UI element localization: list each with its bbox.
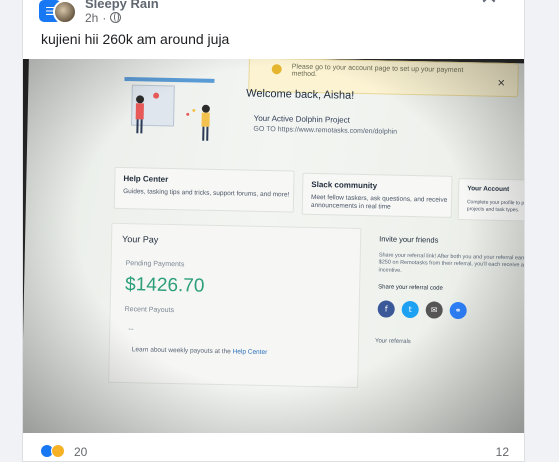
slack-body: Meet fellow taskers, ask questions, and … [310,193,448,212]
help-center-title: Help Center [123,174,169,184]
project-title: Your Active Dolphin Project [253,113,350,125]
banner-close-icon: × [496,77,506,89]
avatar-group[interactable]: ☰ [39,0,77,24]
help-center-card: Help Center Guides, tasking tips and tri… [113,166,295,213]
post-text: kujieni hii 260k am around juja [41,31,230,47]
email-icon: ✉ [425,301,443,319]
meta-separator: · [102,10,107,25]
recent-payouts-value: -- [128,324,134,334]
learn-prefix: Learn about weekly payouts at the [131,346,233,356]
photographed-screen: Please go to your account page to set up… [23,59,524,433]
reaction-bar: 20 12 [22,440,525,460]
close-button[interactable]: ✕ [478,0,500,11]
post-meta: 2h · [85,11,159,25]
invite-panel: Invite your friends Share your referral … [370,228,524,392]
avatar[interactable] [53,0,77,24]
slack-card: Slack community Meet fellow taskers, ask… [301,172,453,218]
invite-title: Invite your friends [379,234,439,245]
check-icon [271,64,282,75]
facebook-icon: f [377,300,395,318]
recent-payouts-label: Recent Payouts [124,306,175,315]
reaction-icons[interactable] [40,444,65,458]
welcome-illustration-icon [124,77,215,141]
banner-text: Please go to your account page to set up… [291,63,464,79]
haha-icon [51,444,65,458]
link-icon: ⚭ [449,301,467,320]
pending-label: Pending Payments [125,260,185,269]
post-header: ☰ Sleepy Rain 2h · [39,0,159,27]
pending-amount: $1426.70 [124,274,205,297]
slack-title: Slack community [311,179,378,191]
post-photo[interactable]: Please go to your account page to set up… [23,59,524,433]
referrals-label: Your referrals [374,338,411,346]
comment-count[interactable]: 12 [496,445,509,459]
share-code-label: Share your referral code [378,284,443,292]
pay-title: Your Pay [122,233,159,245]
post-time[interactable]: 2h [85,11,98,25]
globe-icon [110,12,122,23]
account-body: Complete your profile to publish project… [466,199,524,213]
post-card: ☰ Sleepy Rain 2h · ✕ kujieni hii 260k am… [22,0,525,462]
learn-payouts-text: Learn about weekly payouts at the Help C… [132,346,268,356]
project-url: GO TO https://www.remotasks.com/en/dolph… [253,125,398,136]
account-title: Your Account [467,185,510,194]
reaction-count[interactable]: 20 [74,445,87,459]
your-pay-panel: Your Pay Pending Payments $1426.70 Recen… [108,222,362,388]
author-name[interactable]: Sleepy Rain [85,0,159,11]
help-center-link: Help Center [232,348,268,357]
twitter-icon: t [401,300,419,319]
account-card: Your Account Complete your profile to pu… [457,178,524,222]
invite-body: Share your referral link! After both you… [378,252,524,274]
welcome-heading: Welcome back, Aisha! [246,87,355,102]
help-center-body: Guides, tasking tips and tricks, support… [123,188,290,199]
